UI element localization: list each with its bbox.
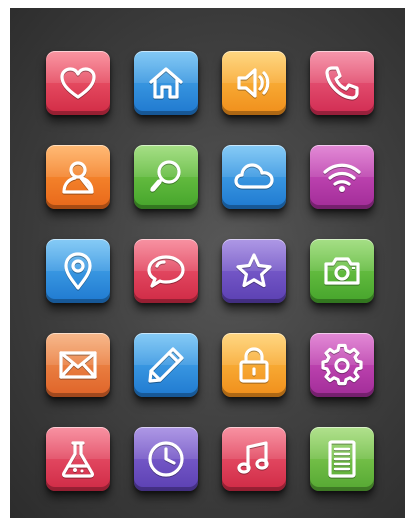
- app-tile-padlock[interactable]: [222, 333, 286, 397]
- phone-icon: [320, 61, 364, 105]
- app-tile-wifi[interactable]: [310, 145, 374, 209]
- app-tile-star[interactable]: [222, 239, 286, 303]
- pencil-icon: [144, 343, 188, 387]
- flask-icon: [56, 437, 100, 481]
- gear-icon: [320, 343, 364, 387]
- star-icon: [232, 249, 276, 293]
- app-tile-cloud[interactable]: [222, 145, 286, 209]
- app-tile-clock[interactable]: [134, 427, 198, 491]
- wifi-icon: [320, 155, 364, 199]
- app-tile-speech-bubble[interactable]: [134, 239, 198, 303]
- clock-icon: [144, 437, 188, 481]
- music-note-icon: [232, 437, 276, 481]
- speaker-icon: [232, 61, 276, 105]
- home-icon: [144, 61, 188, 105]
- app-tile-mail-envelope[interactable]: [46, 333, 110, 397]
- app-tile-location-pin[interactable]: [46, 239, 110, 303]
- heart-icon: [56, 61, 100, 105]
- app-icon-grid: [46, 51, 378, 491]
- app-tile-magnifier[interactable]: [134, 145, 198, 209]
- app-tile-flask[interactable]: [46, 427, 110, 491]
- magnifier-icon: [144, 155, 188, 199]
- speech-bubble-icon: [144, 249, 188, 293]
- app-tile-camera[interactable]: [310, 239, 374, 303]
- app-tile-pencil[interactable]: [134, 333, 198, 397]
- app-tile-home[interactable]: [134, 51, 198, 115]
- app-tile-phone[interactable]: [310, 51, 374, 115]
- icon-board: [10, 8, 405, 518]
- app-tile-user[interactable]: [46, 145, 110, 209]
- app-tile-gear[interactable]: [310, 333, 374, 397]
- app-tile-document[interactable]: [310, 427, 374, 491]
- camera-icon: [320, 249, 364, 293]
- app-tile-music-note[interactable]: [222, 427, 286, 491]
- user-icon: [56, 155, 100, 199]
- location-pin-icon: [56, 249, 100, 293]
- padlock-icon: [232, 343, 276, 387]
- app-tile-speaker[interactable]: [222, 51, 286, 115]
- document-icon: [320, 437, 364, 481]
- app-tile-heart[interactable]: [46, 51, 110, 115]
- cloud-icon: [232, 155, 276, 199]
- mail-envelope-icon: [56, 343, 100, 387]
